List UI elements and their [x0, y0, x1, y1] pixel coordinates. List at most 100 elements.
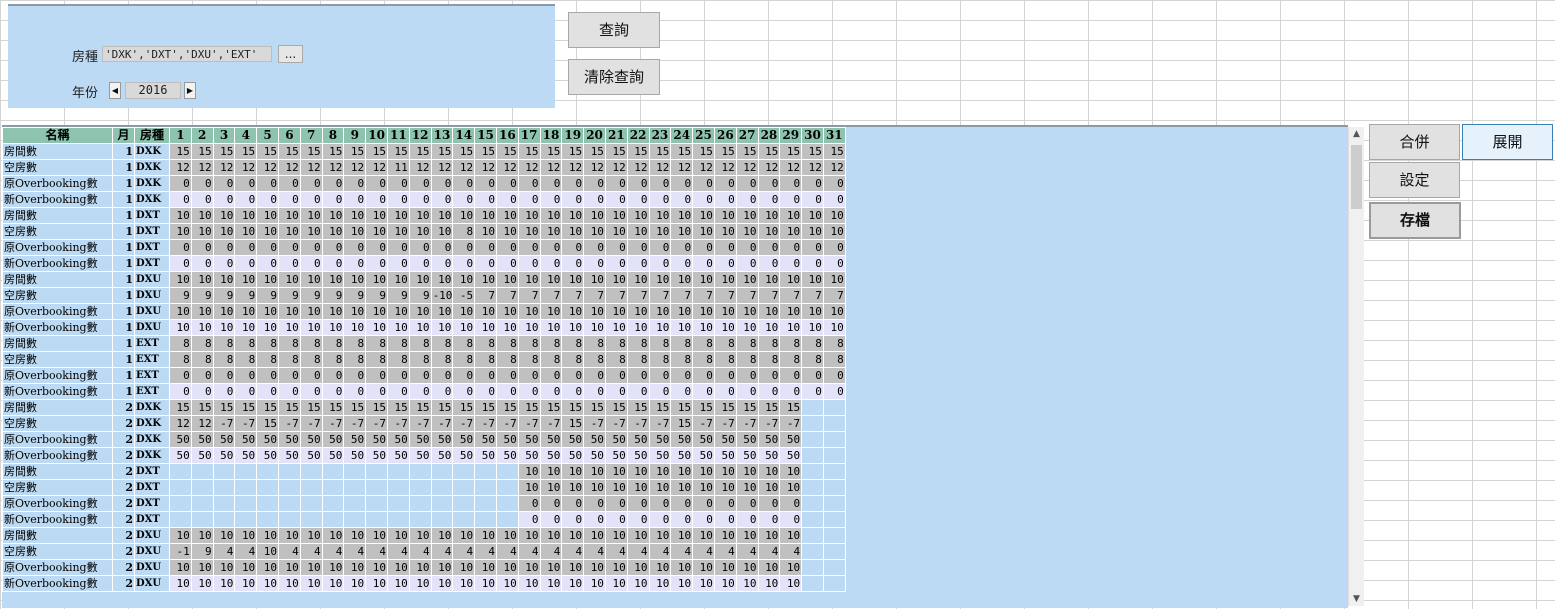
- day-value-cell[interactable]: 50: [299, 431, 323, 448]
- day-value-cell[interactable]: 8: [256, 351, 279, 368]
- day-value-cell[interactable]: 15: [190, 399, 214, 416]
- day-value-cell[interactable]: -7: [277, 415, 301, 432]
- day-value-cell[interactable]: 0: [169, 383, 192, 400]
- day-value-cell[interactable]: 50: [757, 431, 781, 448]
- day-value-cell[interactable]: 10: [277, 575, 301, 592]
- day-value-cell[interactable]: 0: [692, 175, 715, 192]
- day-value-cell[interactable]: 12: [212, 159, 236, 176]
- day-value-cell[interactable]: 10: [190, 319, 214, 336]
- day-value-cell[interactable]: 0: [604, 495, 628, 512]
- day-value-cell[interactable]: 0: [801, 239, 824, 256]
- day-value-cell[interactable]: 10: [169, 319, 192, 336]
- save-button[interactable]: 存檔: [1369, 202, 1461, 239]
- day-value-cell[interactable]: -7: [539, 415, 563, 432]
- day-value-cell[interactable]: 0: [169, 175, 192, 192]
- day-value-cell[interactable]: 12: [670, 159, 694, 176]
- day-value-cell[interactable]: 0: [648, 191, 672, 208]
- day-value-cell[interactable]: 10: [256, 559, 279, 576]
- day-value-cell[interactable]: 15: [670, 143, 694, 160]
- day-value-cell[interactable]: 15: [343, 143, 367, 160]
- day-value-cell[interactable]: 50: [583, 447, 606, 464]
- day-value-cell[interactable]: 15: [256, 143, 279, 160]
- day-value-cell[interactable]: 10: [343, 207, 367, 224]
- day-value-cell[interactable]: 0: [801, 367, 824, 384]
- day-value-cell[interactable]: 0: [713, 255, 737, 272]
- day-value-cell[interactable]: 50: [670, 447, 694, 464]
- day-value-cell[interactable]: 8: [692, 335, 715, 352]
- day-value-cell[interactable]: 0: [408, 191, 432, 208]
- day-value-cell[interactable]: 0: [299, 175, 323, 192]
- day-value-cell[interactable]: 8: [212, 351, 236, 368]
- day-value-cell[interactable]: 10: [256, 575, 279, 592]
- day-value-cell[interactable]: 10: [234, 223, 258, 240]
- day-value-cell[interactable]: 7: [801, 287, 824, 304]
- day-value-cell[interactable]: 10: [386, 207, 410, 224]
- day-value-cell[interactable]: 10: [190, 207, 214, 224]
- day-value-cell[interactable]: 10: [474, 575, 497, 592]
- day-value-cell[interactable]: 15: [604, 399, 628, 416]
- day-value-cell[interactable]: 0: [779, 383, 803, 400]
- day-value-cell[interactable]: 10: [299, 223, 323, 240]
- day-value-cell[interactable]: 12: [299, 159, 323, 176]
- day-value-cell[interactable]: 12: [408, 159, 432, 176]
- day-value-cell[interactable]: 10: [321, 319, 345, 336]
- day-value-cell[interactable]: 9: [386, 287, 410, 304]
- day-value-cell[interactable]: 0: [474, 239, 497, 256]
- day-value-cell[interactable]: 50: [365, 447, 388, 464]
- day-value-cell[interactable]: 10: [169, 527, 192, 544]
- day-value-cell[interactable]: 50: [169, 447, 192, 464]
- day-value-cell[interactable]: -7: [234, 415, 258, 432]
- day-value-cell[interactable]: 0: [822, 367, 846, 384]
- day-value-cell[interactable]: 10: [517, 463, 541, 480]
- day-value-cell[interactable]: 0: [670, 495, 694, 512]
- day-value-cell[interactable]: 10: [517, 207, 541, 224]
- day-value-cell[interactable]: -7: [430, 415, 454, 432]
- day-value-cell[interactable]: 0: [430, 239, 454, 256]
- day-value-cell[interactable]: 10: [430, 207, 454, 224]
- day-value-cell[interactable]: 15: [169, 143, 192, 160]
- day-value-cell[interactable]: 50: [539, 447, 563, 464]
- day-value-cell[interactable]: 8: [495, 335, 519, 352]
- day-value-cell[interactable]: 0: [583, 383, 606, 400]
- day-value-cell[interactable]: 8: [822, 335, 846, 352]
- expand-button[interactable]: 展開: [1462, 124, 1553, 160]
- day-value-cell[interactable]: 15: [757, 143, 781, 160]
- day-value-cell[interactable]: 9: [190, 287, 214, 304]
- day-value-cell[interactable]: 10: [670, 479, 694, 496]
- day-value-cell[interactable]: 10: [822, 207, 846, 224]
- day-value-cell[interactable]: 50: [386, 447, 410, 464]
- day-value-cell[interactable]: 50: [256, 447, 279, 464]
- day-value-cell[interactable]: 0: [212, 383, 236, 400]
- grid-scrollbar[interactable]: ▲ ▼: [1348, 127, 1364, 606]
- day-value-cell[interactable]: 8: [757, 351, 781, 368]
- day-value-cell[interactable]: 50: [648, 431, 672, 448]
- day-value-cell[interactable]: 4: [386, 543, 410, 560]
- day-value-cell[interactable]: 8: [670, 351, 694, 368]
- day-value-cell[interactable]: 10: [626, 463, 650, 480]
- day-value-cell[interactable]: -7: [757, 415, 781, 432]
- day-value-cell[interactable]: 4: [757, 543, 781, 560]
- day-value-cell[interactable]: -7: [735, 415, 759, 432]
- day-value-cell[interactable]: 10: [495, 559, 519, 576]
- year-decrement-icon[interactable]: ◀: [109, 82, 121, 99]
- day-value-cell[interactable]: 10: [277, 319, 301, 336]
- day-value-cell[interactable]: 0: [386, 175, 410, 192]
- day-value-cell[interactable]: 15: [735, 143, 759, 160]
- day-value-cell[interactable]: 10: [517, 319, 541, 336]
- day-value-cell[interactable]: 0: [604, 175, 628, 192]
- day-value-cell[interactable]: 10: [321, 303, 345, 320]
- day-value-cell[interactable]: 7: [713, 287, 737, 304]
- day-value-cell[interactable]: 10: [430, 303, 454, 320]
- day-value-cell[interactable]: 0: [474, 383, 497, 400]
- day-value-cell[interactable]: 0: [517, 255, 541, 272]
- day-value-cell[interactable]: 7: [583, 287, 606, 304]
- day-value-cell[interactable]: 12: [321, 159, 345, 176]
- day-value-cell[interactable]: 12: [517, 159, 541, 176]
- day-value-cell[interactable]: 15: [169, 399, 192, 416]
- day-value-cell[interactable]: 50: [212, 447, 236, 464]
- day-value-cell[interactable]: 0: [474, 367, 497, 384]
- day-value-cell[interactable]: 0: [452, 239, 476, 256]
- day-value-cell[interactable]: 10: [299, 527, 323, 544]
- day-value-cell[interactable]: 7: [517, 287, 541, 304]
- day-value-cell[interactable]: 0: [822, 255, 846, 272]
